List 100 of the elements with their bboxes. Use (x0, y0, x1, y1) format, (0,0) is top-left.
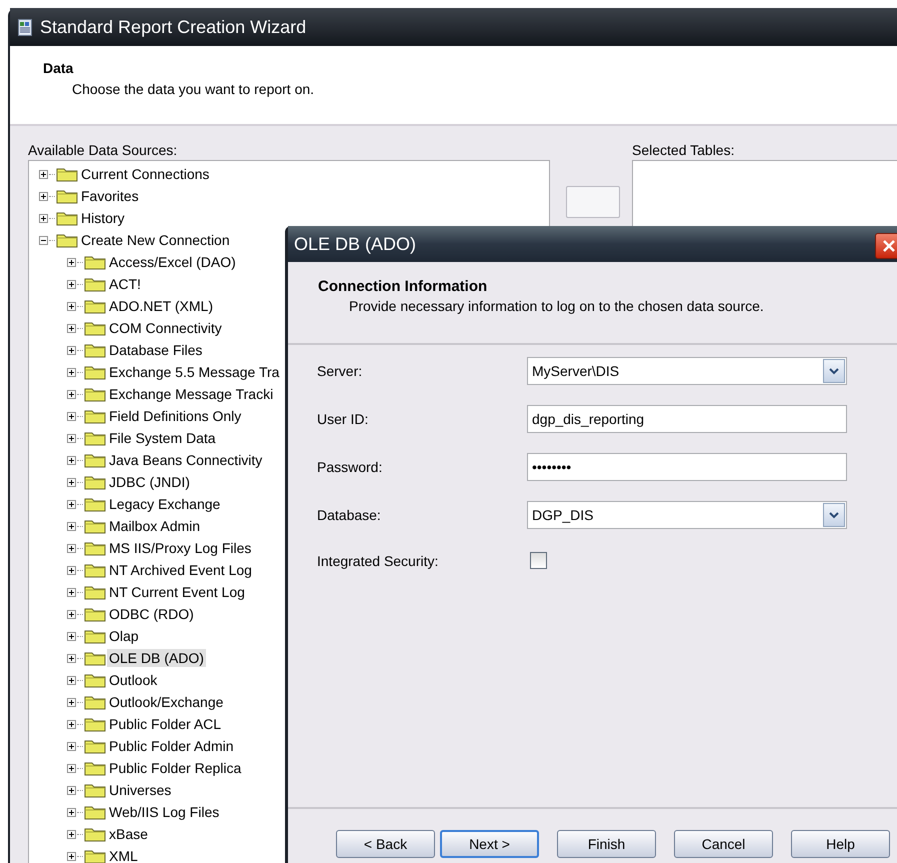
list-label: Selected Tables: (632, 142, 734, 158)
folder-icon (84, 320, 106, 336)
tree-item[interactable]: Legacy Exchange (107, 495, 222, 513)
dialog-button[interactable]: Finish (557, 830, 656, 858)
tree-item[interactable]: File System Data (107, 429, 218, 447)
folder-icon (84, 342, 106, 358)
expand-icon[interactable] (67, 500, 76, 508)
dropdown-button[interactable] (823, 503, 845, 527)
expand-icon[interactable] (67, 522, 76, 530)
tree-item[interactable]: History (79, 209, 127, 227)
folder-icon (84, 694, 106, 710)
tree-item[interactable]: Web/IIS Log Files (107, 803, 222, 821)
expand-icon[interactable] (67, 412, 76, 420)
field-label: Password: (317, 459, 382, 475)
tree-item[interactable]: Outlook/Exchange (107, 693, 226, 711)
expand-icon[interactable] (67, 698, 76, 706)
folder-icon (84, 298, 106, 314)
tree-item[interactable]: NT Current Event Log (107, 583, 247, 601)
dialog-title: OLE DB (ADO) (294, 234, 416, 254)
folder-icon (84, 782, 106, 798)
tree-item[interactable]: JDBC (JNDI) (107, 473, 192, 491)
dialog-button[interactable]: Cancel (674, 830, 773, 858)
password-field[interactable]: •••••••• (527, 453, 847, 481)
expand-icon[interactable] (67, 544, 76, 552)
tree-item[interactable]: OLE DB (ADO) (107, 649, 206, 667)
tree-item[interactable]: xBase (107, 825, 150, 843)
expand-icon[interactable] (67, 368, 76, 376)
tree-item[interactable]: Public Folder Admin (107, 737, 236, 755)
field-label: User ID: (317, 411, 368, 427)
document-icon (18, 18, 32, 36)
tree-item[interactable]: Favorites (79, 187, 141, 205)
expand-icon[interactable] (67, 676, 76, 684)
page-subtitle: Choose the data you want to report on. (72, 81, 316, 97)
expand-icon[interactable] (67, 610, 76, 618)
tree-item[interactable]: Java Beans Connectivity (107, 451, 264, 469)
dropdown-field[interactable]: DGP_DIS (527, 501, 847, 529)
folder-icon (84, 650, 106, 666)
tree-item[interactable]: XML (107, 847, 140, 863)
folder-icon (84, 364, 106, 380)
folder-icon (56, 232, 78, 248)
expand-icon[interactable] (67, 390, 76, 398)
expand-icon[interactable] (67, 852, 76, 860)
checkbox[interactable] (530, 552, 547, 569)
folder-icon (84, 760, 106, 776)
section-title: Connection Information (318, 278, 488, 295)
tree-item[interactable]: COM Connectivity (107, 319, 224, 337)
expand-icon[interactable] (67, 654, 76, 662)
expand-icon[interactable] (39, 214, 48, 222)
expand-icon[interactable] (67, 566, 76, 574)
field-label: Integrated Security: (317, 552, 438, 568)
expand-icon[interactable] (67, 786, 76, 794)
tree-item[interactable]: ADO.NET (XML) (107, 297, 215, 315)
text-field[interactable]: dgp_dis_reporting (527, 405, 847, 433)
collapse-icon[interactable] (39, 236, 48, 244)
dialog-button[interactable]: Help (791, 830, 890, 858)
expand-icon[interactable] (67, 324, 76, 332)
expand-icon[interactable] (67, 764, 76, 772)
expand-icon[interactable] (67, 478, 76, 486)
expand-icon[interactable] (67, 742, 76, 750)
expand-icon[interactable] (67, 434, 76, 442)
tree-item[interactable]: Outlook (107, 671, 160, 689)
chevron-icon (829, 512, 839, 518)
tree-item[interactable]: ODBC (RDO) (107, 605, 196, 623)
expand-icon[interactable] (67, 258, 76, 266)
tree-item[interactable]: Public Folder Replica (107, 759, 244, 777)
tree-item[interactable]: Universes (107, 781, 174, 799)
expand-icon[interactable] (39, 192, 48, 200)
tree-item[interactable]: Create New Connection (79, 231, 232, 249)
folder-icon (84, 826, 106, 842)
folder-icon (84, 254, 106, 270)
tree-item[interactable]: Olap (107, 627, 141, 645)
expand-icon[interactable] (67, 346, 76, 354)
tree-item[interactable]: Database Files (107, 341, 204, 359)
expand-icon[interactable] (67, 456, 76, 464)
folder-icon (84, 474, 106, 490)
tree-item[interactable]: Public Folder ACL (107, 715, 224, 733)
folder-icon (84, 606, 106, 622)
tree-item[interactable]: Access/Excel (DAO) (107, 253, 238, 271)
tree-item[interactable]: Exchange 5.5 Message Tra (107, 363, 282, 381)
tree-item[interactable]: ACT! (107, 275, 143, 293)
expand-icon[interactable] (67, 720, 76, 728)
tree-item[interactable]: Current Connections (79, 165, 212, 183)
dropdown-field[interactable]: MyServer\DIS (527, 357, 847, 385)
expand-icon[interactable] (39, 170, 48, 178)
tree-item[interactable]: Field Definitions Only (107, 407, 244, 425)
dialog-button[interactable]: Next > (440, 830, 539, 858)
expand-icon[interactable] (67, 588, 76, 596)
tree-item[interactable]: NT Archived Event Log (107, 561, 254, 579)
expand-icon[interactable] (67, 302, 76, 310)
dropdown-button[interactable] (823, 359, 845, 383)
expand-icon[interactable] (67, 632, 76, 640)
tree-item[interactable]: Mailbox Admin (107, 517, 202, 535)
expand-icon[interactable] (67, 830, 76, 838)
tree-item[interactable]: Exchange Message Tracki (107, 385, 276, 403)
dialog-button[interactable]: < Back (336, 830, 435, 858)
tree-item[interactable]: MS IIS/Proxy Log Files (107, 539, 254, 557)
close-button[interactable] (875, 233, 897, 259)
folder-icon (84, 848, 106, 863)
expand-icon[interactable] (67, 280, 76, 288)
expand-icon[interactable] (67, 808, 76, 816)
